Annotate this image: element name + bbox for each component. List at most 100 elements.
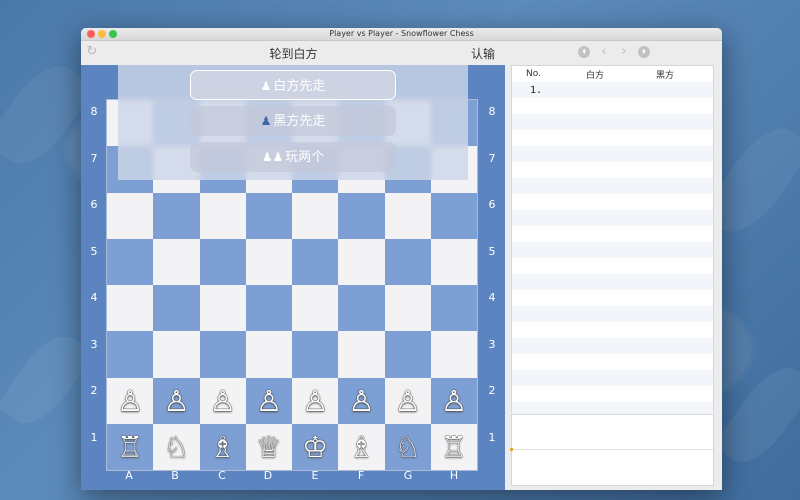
last-move-icon[interactable]: ⏵ — [638, 46, 650, 58]
rank-label: 8 — [90, 105, 98, 118]
square-f2[interactable]: ♙ — [338, 377, 385, 424]
square-c4[interactable] — [199, 285, 246, 332]
file-label: H — [449, 469, 459, 482]
white-knight-icon[interactable]: ♘ — [395, 430, 421, 464]
empty-row — [512, 98, 713, 114]
white-pawn-icon[interactable]: ♙ — [256, 384, 282, 418]
white-rook-icon[interactable]: ♖ — [117, 430, 143, 464]
square-c1[interactable]: ♗ — [199, 423, 246, 470]
white-pawn-icon[interactable]: ♙ — [395, 384, 421, 418]
move-list[interactable]: No. 白方 黑方 1. — [511, 65, 714, 418]
white-queen-icon[interactable]: ♕ — [256, 430, 282, 464]
empty-row — [512, 162, 713, 178]
square-b3[interactable] — [153, 331, 200, 378]
comment-box[interactable] — [510, 414, 714, 486]
previous-move-icon[interactable]: ‹ — [598, 45, 610, 58]
square-a4[interactable] — [107, 285, 154, 332]
empty-row — [512, 130, 713, 146]
square-e2[interactable]: ♙ — [292, 377, 339, 424]
square-g4[interactable] — [384, 285, 431, 332]
white-pawn-icon: ♟ — [260, 79, 272, 93]
square-a1[interactable]: ♖ — [107, 423, 154, 470]
square-c3[interactable] — [199, 331, 246, 378]
square-h6[interactable] — [430, 192, 477, 239]
black-first-button[interactable]: ♟ 黑方先走 — [190, 106, 396, 136]
square-h5[interactable] — [430, 238, 477, 285]
two-player-label: 玩两个 — [285, 150, 325, 165]
empty-row — [512, 178, 713, 194]
square-d4[interactable] — [245, 285, 292, 332]
square-d6[interactable] — [245, 192, 292, 239]
square-f5[interactable] — [338, 238, 385, 285]
empty-row — [512, 210, 713, 226]
move-row[interactable]: 1. — [512, 82, 713, 98]
two-pawns-icon: ♟♟ — [261, 150, 284, 164]
square-e5[interactable] — [292, 238, 339, 285]
column-black: 黑方 — [656, 70, 675, 81]
square-b4[interactable] — [153, 285, 200, 332]
white-rook-icon[interactable]: ♖ — [441, 430, 467, 464]
square-d3[interactable] — [245, 331, 292, 378]
square-e4[interactable] — [292, 285, 339, 332]
rank-label: 4 — [488, 291, 496, 304]
first-move-icon[interactable]: ⏴ — [578, 46, 590, 58]
square-b5[interactable] — [153, 238, 200, 285]
file-label: A — [125, 469, 133, 482]
cursor-marker — [510, 448, 513, 451]
square-d2[interactable]: ♙ — [245, 377, 292, 424]
square-a3[interactable] — [107, 331, 154, 378]
square-h3[interactable] — [430, 331, 477, 378]
square-g1[interactable]: ♘ — [384, 423, 431, 470]
white-first-label: 白方先走 — [273, 79, 326, 94]
square-h1[interactable]: ♖ — [430, 423, 477, 470]
square-h4[interactable] — [430, 285, 477, 332]
square-g2[interactable]: ♙ — [384, 377, 431, 424]
white-pawn-icon[interactable]: ♙ — [117, 384, 143, 418]
square-g5[interactable] — [384, 238, 431, 285]
rank-label: 6 — [90, 198, 98, 211]
square-a5[interactable] — [107, 238, 154, 285]
empty-row — [512, 386, 713, 402]
square-c5[interactable] — [199, 238, 246, 285]
two-player-button[interactable]: ♟♟ 玩两个 — [190, 142, 396, 172]
square-d5[interactable] — [245, 238, 292, 285]
square-c6[interactable] — [199, 192, 246, 239]
white-pawn-icon[interactable]: ♙ — [441, 384, 467, 418]
white-king-icon[interactable]: ♔ — [302, 430, 328, 464]
square-d1[interactable]: ♕ — [245, 423, 292, 470]
square-g6[interactable] — [384, 192, 431, 239]
square-f4[interactable] — [338, 285, 385, 332]
square-e6[interactable] — [292, 192, 339, 239]
square-h2[interactable]: ♙ — [430, 377, 477, 424]
white-first-button[interactable]: ♟ 白方先走 — [190, 70, 396, 100]
new-game-menu: ♟ 白方先走 ♟ 黑方先走 ♟♟ 玩两个 — [118, 65, 468, 180]
rank-label: 1 — [90, 431, 98, 444]
square-b2[interactable]: ♙ — [153, 377, 200, 424]
square-g3[interactable] — [384, 331, 431, 378]
square-b1[interactable]: ♘ — [153, 423, 200, 470]
square-a6[interactable] — [107, 192, 154, 239]
file-label: F — [357, 469, 365, 482]
white-bishop-icon[interactable]: ♗ — [348, 430, 374, 464]
window-title: Player vs Player - Snowflower Chess — [329, 29, 474, 38]
empty-row — [512, 114, 713, 130]
white-pawn-icon[interactable]: ♙ — [210, 384, 236, 418]
empty-row — [512, 146, 713, 162]
square-c2[interactable]: ♙ — [199, 377, 246, 424]
square-e3[interactable] — [292, 331, 339, 378]
next-move-icon[interactable]: › — [618, 45, 630, 58]
resign-button[interactable]: 认输 — [471, 45, 495, 62]
white-knight-icon[interactable]: ♘ — [163, 430, 189, 464]
white-bishop-icon[interactable]: ♗ — [210, 430, 236, 464]
square-e1[interactable]: ♔ — [292, 423, 339, 470]
square-f3[interactable] — [338, 331, 385, 378]
square-b6[interactable] — [153, 192, 200, 239]
white-pawn-icon[interactable]: ♙ — [163, 384, 189, 418]
square-a2[interactable]: ♙ — [107, 377, 154, 424]
square-f1[interactable]: ♗ — [338, 423, 385, 470]
square-f6[interactable] — [338, 192, 385, 239]
rank-label: 6 — [488, 198, 496, 211]
black-pawn-icon: ♟ — [260, 114, 272, 128]
white-pawn-icon[interactable]: ♙ — [348, 384, 374, 418]
white-pawn-icon[interactable]: ♙ — [302, 384, 328, 418]
